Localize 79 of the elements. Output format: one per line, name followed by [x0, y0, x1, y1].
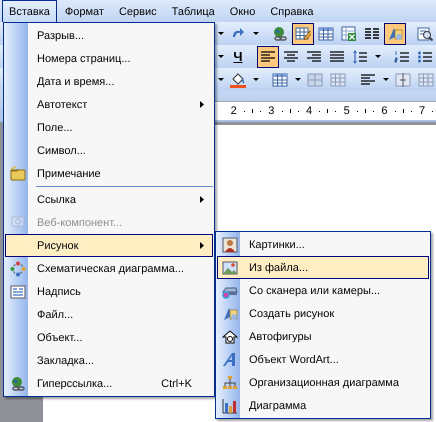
cycle-diagram-icon	[10, 260, 26, 276]
globe-link-icon	[10, 376, 26, 392]
table-icon	[272, 72, 288, 88]
caret-icon	[294, 78, 300, 81]
menu-bar-item[interactable]: Формат	[58, 0, 111, 22]
align-left-icon	[260, 48, 276, 64]
text-box-icon	[10, 284, 26, 300]
menu-item[interactable]: Автотекст	[5, 93, 213, 116]
columns-icon	[364, 26, 380, 42]
numbered-list-icon	[394, 48, 410, 64]
ruler-number: 4	[306, 105, 312, 117]
shapes-icon	[387, 26, 403, 42]
distribute-columns-icon	[395, 72, 411, 88]
ruler-number: 7	[419, 105, 426, 117]
globe-link-icon	[272, 26, 288, 42]
shaded-cells-icon	[307, 72, 323, 88]
figure-icon	[222, 236, 238, 252]
menu-item[interactable]: Файл...	[5, 303, 213, 326]
toolbar-button[interactable]	[257, 46, 279, 68]
ruler-number: 3	[268, 105, 274, 117]
menu-item[interactable]: Надпись	[5, 280, 213, 303]
table-pencil-icon	[295, 26, 311, 42]
caret-icon	[218, 32, 224, 35]
menu-item[interactable]: Организационная диаграмма	[217, 371, 429, 394]
grid-cells-icon	[330, 72, 346, 88]
ruler-number: 5	[344, 105, 350, 117]
toolbar-button[interactable]	[384, 22, 406, 44]
menu-bar-item[interactable]: Справка	[263, 0, 320, 22]
paint-shapes-icon	[222, 306, 238, 322]
menu-item[interactable]: Диаграмма	[217, 394, 429, 417]
caret-icon	[218, 78, 224, 81]
landscape-icon	[222, 260, 238, 276]
monitor-icon	[10, 214, 26, 230]
toolbar-button[interactable]	[292, 22, 314, 44]
bar-chart-icon	[222, 398, 238, 414]
menu-item[interactable]: Объект...	[5, 326, 213, 349]
caret-icon	[252, 78, 258, 81]
menu-item[interactable]: Ссылка	[5, 188, 213, 211]
spreadsheet-icon	[341, 26, 357, 42]
menu-item[interactable]: Объект WordArt...	[217, 348, 429, 371]
caret-icon	[382, 78, 388, 81]
fill-color-icon	[230, 72, 246, 88]
menu-bar-item[interactable]: Вставка	[2, 0, 57, 22]
menu-item[interactable]: Гиперссылка... Ctrl+K	[5, 372, 213, 395]
magnifier-icon	[417, 26, 433, 42]
table-icon	[318, 26, 334, 42]
menu-item[interactable]: Картинки...	[217, 233, 429, 256]
shortcut-label: Ctrl+K	[161, 378, 192, 390]
underline-button[interactable]: Ч	[227, 46, 249, 68]
menu-item[interactable]: Примечание	[5, 162, 213, 185]
caret-icon	[374, 55, 380, 58]
grid-cells-icon	[418, 72, 434, 88]
menu-item[interactable]: Символ...	[5, 139, 213, 162]
align-right-icon	[306, 48, 322, 64]
caret-icon	[252, 32, 258, 35]
menu-bar-item[interactable]: Окно	[222, 0, 262, 22]
menu-item[interactable]: Поле...	[5, 116, 213, 139]
bullet-list-icon	[417, 48, 433, 64]
menu-item[interactable]: Из файла...	[217, 256, 429, 279]
menu-item[interactable]: Схематическая диаграмма...	[5, 257, 213, 280]
align-left-icon	[360, 72, 376, 88]
shapes-icon	[222, 328, 238, 344]
org-chart-icon	[222, 374, 238, 390]
caret-icon	[218, 55, 224, 58]
menu-item[interactable]: Создать рисунок	[217, 302, 429, 325]
menu-item[interactable]: Номера страниц...	[5, 47, 213, 70]
ruler-number: 2	[230, 105, 237, 117]
justify-icon	[329, 48, 345, 64]
folder-icon	[10, 166, 26, 182]
menu-item[interactable]: Рисунок	[5, 234, 213, 257]
menu-item[interactable]: Закладка...	[5, 349, 213, 372]
menu-item[interactable]: Со сканера или камеры...	[217, 279, 429, 302]
align-center-icon	[283, 48, 299, 64]
menu-bar-item[interactable]: Таблица	[164, 0, 222, 22]
menu-bar-item[interactable]: Сервис	[112, 0, 164, 22]
menu-item[interactable]: Автофигуры	[217, 325, 429, 348]
ruler-number: 6	[381, 105, 388, 117]
wordart-icon	[222, 352, 238, 368]
line-spacing-icon	[352, 48, 368, 64]
